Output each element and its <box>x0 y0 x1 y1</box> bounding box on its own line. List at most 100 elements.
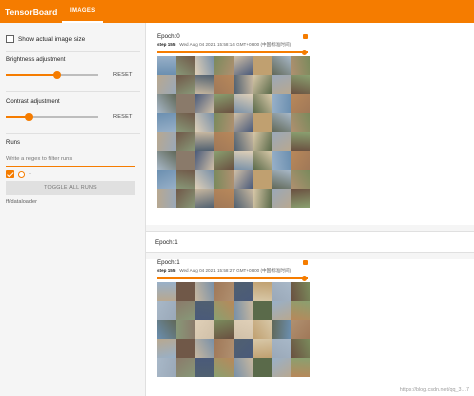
app-title: TensorBoard <box>5 6 58 17</box>
image-thumbnail <box>233 113 253 132</box>
image-thumbnail <box>271 301 291 320</box>
image-grid <box>157 56 310 208</box>
brightness-slider[interactable] <box>6 70 98 80</box>
toggle-all-runs-button[interactable]: TOGGLE ALL RUNS <box>6 181 135 195</box>
image-thumbnail <box>233 358 253 377</box>
image-thumbnail <box>252 320 272 339</box>
slider-knob[interactable] <box>52 71 61 79</box>
image-thumbnail <box>290 301 310 320</box>
image-thumbnail <box>214 75 234 94</box>
image-thumbnail <box>176 132 196 151</box>
image-thumbnail <box>176 339 196 358</box>
image-thumbnail <box>214 358 234 377</box>
image-thumbnail <box>157 151 177 170</box>
image-thumbnail <box>233 75 253 94</box>
image-thumbnail <box>252 282 272 301</box>
image-thumbnail <box>176 94 196 113</box>
contrast-slider[interactable] <box>6 112 98 122</box>
section-header[interactable]: Epoch:1 <box>146 231 474 253</box>
run-label: - <box>29 171 31 177</box>
card-title: Epoch:1 <box>157 259 180 266</box>
image-thumbnail <box>252 94 272 113</box>
contrast-reset-button[interactable]: RESET <box>113 114 133 120</box>
image-thumbnail <box>195 301 215 320</box>
image-thumbnail <box>233 170 253 189</box>
image-thumbnail <box>157 320 177 339</box>
run-checkbox[interactable] <box>6 170 14 178</box>
image-thumbnail <box>233 151 253 170</box>
image-thumbnail <box>290 94 310 113</box>
expand-icon[interactable] <box>303 34 308 39</box>
image-thumbnail <box>157 339 177 358</box>
image-thumbnail <box>271 75 291 94</box>
image-thumbnail <box>252 339 272 358</box>
image-thumbnail <box>176 170 196 189</box>
divider <box>6 91 140 92</box>
image-thumbnail <box>214 170 234 189</box>
image-thumbnail <box>176 301 196 320</box>
image-thumbnail <box>290 113 310 132</box>
image-thumbnail <box>195 320 215 339</box>
image-thumbnail <box>176 56 196 75</box>
image-thumbnail <box>271 282 291 301</box>
sidebar: Show actual image size Brightness adjust… <box>0 23 146 396</box>
divider <box>6 133 140 134</box>
run-color-icon[interactable] <box>18 170 25 178</box>
watermark: https://blog.csdn.net/qq_3...7 <box>399 387 469 393</box>
image-thumbnail <box>271 358 291 377</box>
image-thumbnail <box>271 320 291 339</box>
image-thumbnail <box>252 75 272 94</box>
image-card: Epoch:0 step 155 Wed Aug 04 2021 15:58:1… <box>152 33 312 223</box>
run-item[interactable]: - <box>6 170 31 178</box>
image-thumbnail <box>157 56 177 75</box>
image-thumbnail <box>290 358 310 377</box>
image-thumbnail <box>271 56 291 75</box>
image-thumbnail <box>290 132 310 151</box>
image-thumbnail <box>214 339 234 358</box>
contrast-label: Contrast adjustment <box>6 99 60 105</box>
tab-images[interactable]: IMAGES <box>62 0 104 23</box>
image-thumbnail <box>271 94 291 113</box>
image-thumbnail <box>214 301 234 320</box>
image-thumbnail <box>252 113 272 132</box>
image-thumbnail <box>195 151 215 170</box>
step-slider[interactable] <box>157 49 308 55</box>
image-grid <box>157 282 310 377</box>
image-thumbnail <box>290 170 310 189</box>
image-thumbnail <box>233 301 253 320</box>
run-filter-input[interactable]: Write a regex to filter runs <box>6 154 135 167</box>
brightness-label: Brightness adjustment <box>6 57 66 63</box>
image-thumbnail <box>195 189 215 208</box>
show-actual-size-checkbox[interactable]: Show actual image size <box>6 35 85 43</box>
image-thumbnail <box>290 56 310 75</box>
image-thumbnail <box>214 282 234 301</box>
image-thumbnail <box>290 189 310 208</box>
image-thumbnail <box>290 282 310 301</box>
image-thumbnail <box>233 282 253 301</box>
step-slider[interactable] <box>157 275 308 281</box>
image-thumbnail <box>176 189 196 208</box>
image-thumbnail <box>157 282 177 301</box>
image-thumbnail <box>195 282 215 301</box>
image-thumbnail <box>195 358 215 377</box>
runs-heading: Runs <box>6 140 21 146</box>
image-thumbnail <box>214 56 234 75</box>
slider-knob[interactable] <box>302 275 307 281</box>
checkbox-box[interactable] <box>6 35 14 43</box>
image-thumbnail <box>252 358 272 377</box>
image-thumbnail <box>290 75 310 94</box>
main-content: Epoch:0 step 155 Wed Aug 04 2021 15:58:1… <box>146 23 474 396</box>
expand-icon[interactable] <box>303 260 308 265</box>
image-thumbnail <box>290 339 310 358</box>
slider-knob[interactable] <box>302 49 307 55</box>
image-thumbnail <box>252 189 272 208</box>
image-thumbnail <box>252 132 272 151</box>
image-thumbnail <box>252 170 272 189</box>
image-thumbnail <box>195 75 215 94</box>
image-thumbnail <box>214 113 234 132</box>
slider-knob[interactable] <box>25 113 33 121</box>
image-thumbnail <box>176 151 196 170</box>
image-thumbnail <box>252 56 272 75</box>
image-thumbnail <box>157 170 177 189</box>
brightness-reset-button[interactable]: RESET <box>113 72 133 78</box>
